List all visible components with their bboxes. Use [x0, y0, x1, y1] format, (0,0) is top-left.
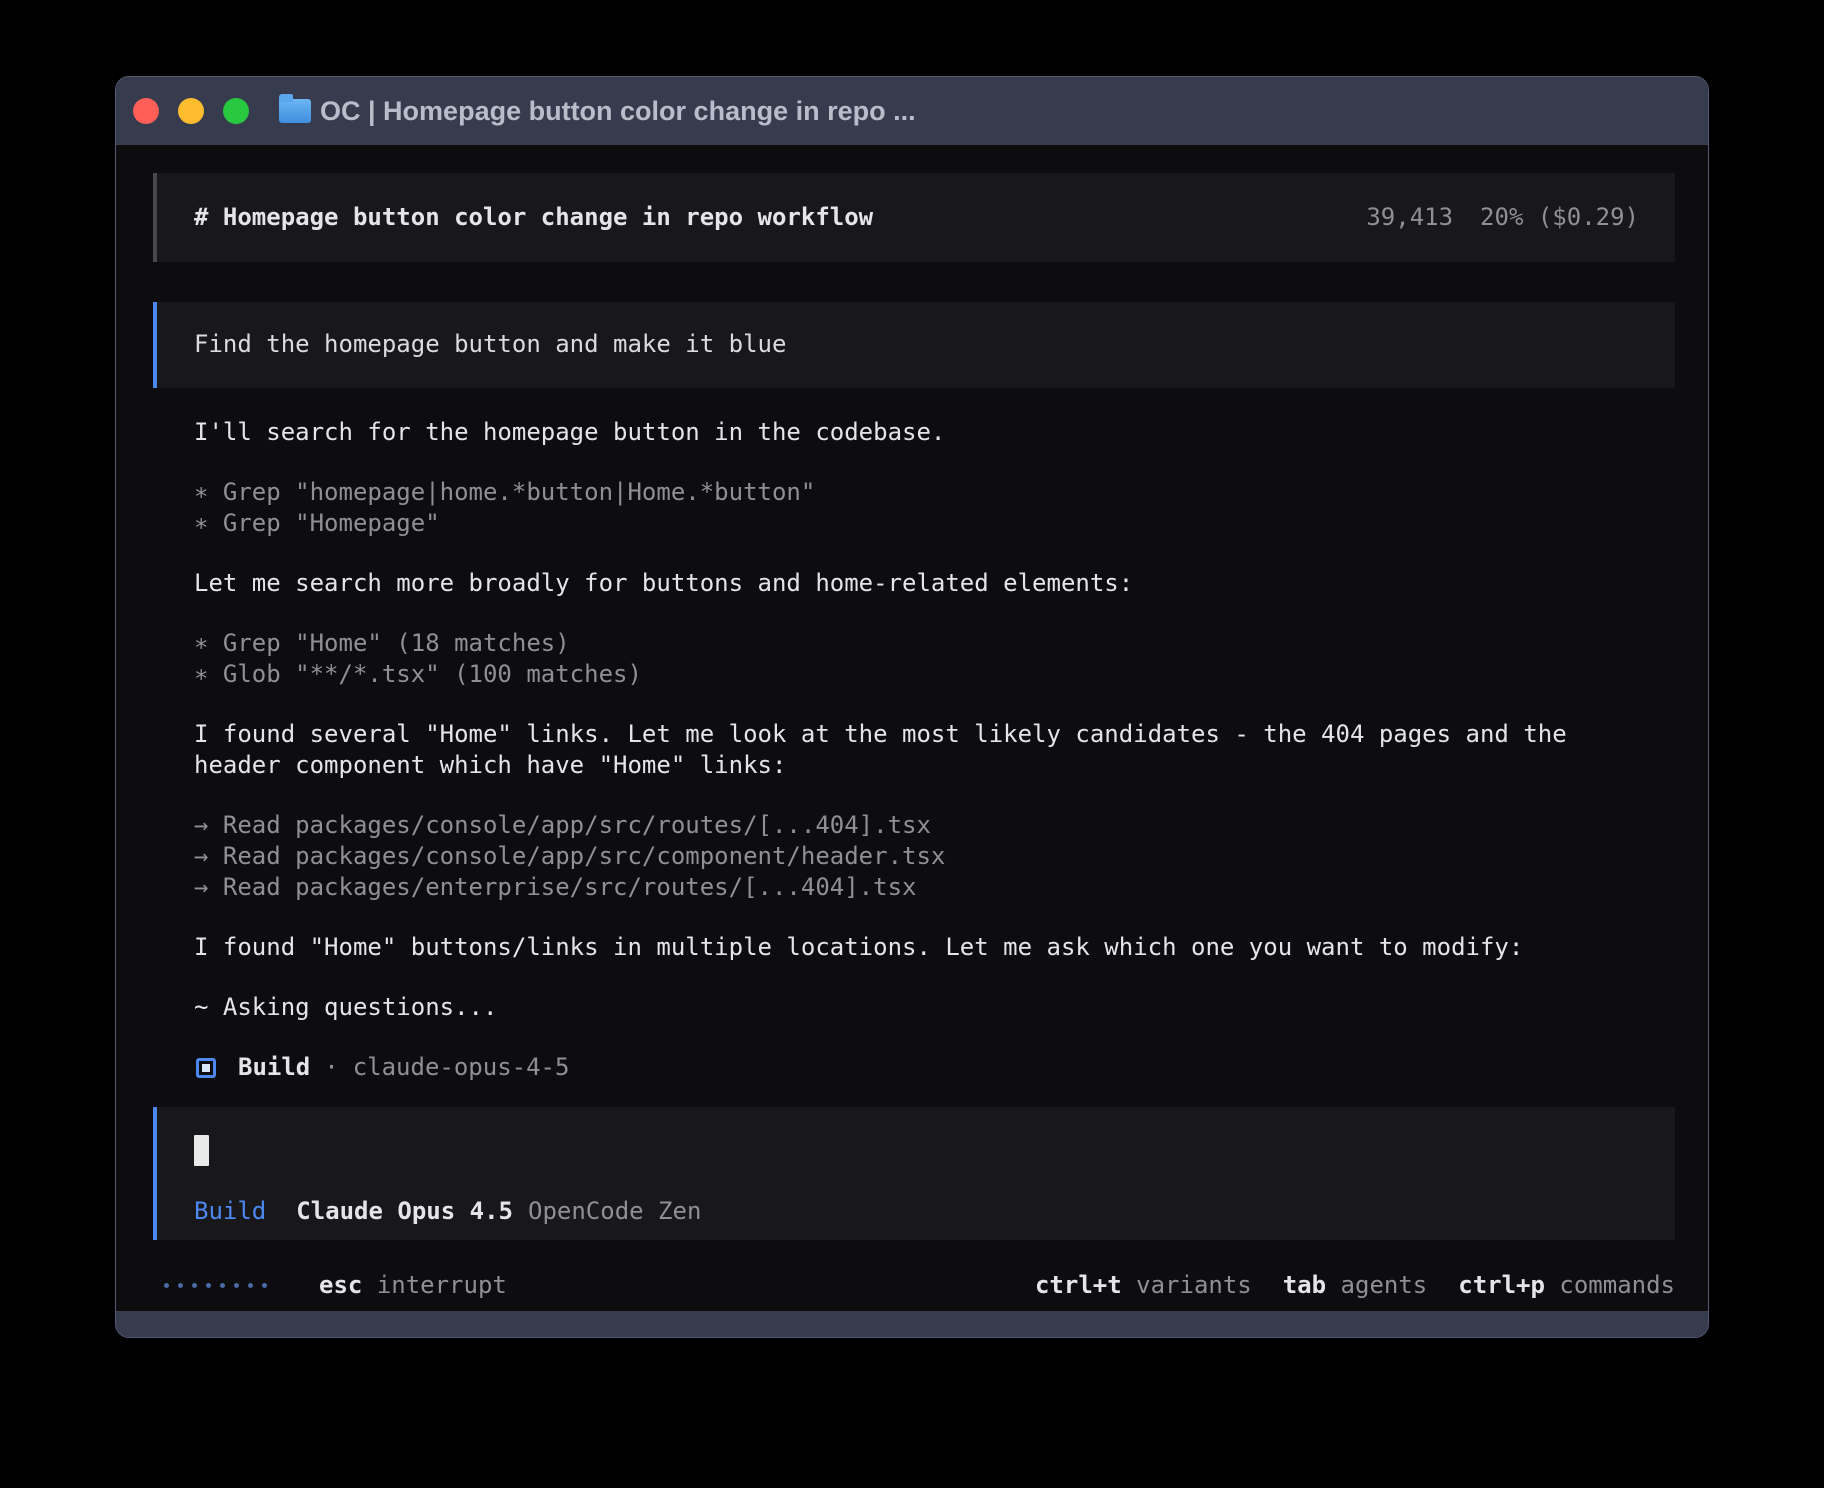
assistant-text: Let me search more broadly for buttons a…: [194, 568, 1675, 599]
tool-call-line: ∗ Grep "Homepage": [194, 508, 1675, 539]
minimize-button[interactable]: [178, 98, 204, 124]
hint-variants: ctrl+t variants: [1035, 1270, 1252, 1301]
progress-dots: [164, 1283, 267, 1288]
input-line[interactable]: [194, 1135, 1639, 1166]
user-message: Find the homepage button and make it blu…: [153, 302, 1675, 388]
context-cost: 20% ($0.29): [1480, 202, 1639, 233]
terminal-window: OC | Homepage button color change in rep…: [115, 76, 1709, 1338]
tool-call-line: ∗ Glob "**/*.tsx" (100 matches): [194, 659, 1675, 690]
text-cursor: [194, 1135, 209, 1166]
status-bar: esc interrupt ctrl+t variants tab agents…: [153, 1270, 1675, 1301]
assistant-line: I found "Home" buttons/links in multiple…: [194, 932, 1675, 963]
agent-name: Build: [238, 1052, 310, 1083]
desktop-background: OC | Homepage button color change in rep…: [0, 0, 1824, 1488]
hint-label: agents: [1341, 1271, 1428, 1299]
input-status-line: Build Claude Opus 4.5 OpenCode Zen: [194, 1196, 1639, 1227]
tool-calls: → Read packages/console/app/src/routes/[…: [194, 810, 1675, 903]
terminal-content: # Homepage button color change in repo w…: [116, 145, 1708, 1311]
input-agent-label[interactable]: Build: [194, 1196, 266, 1227]
hint-commands: ctrl+p commands: [1458, 1270, 1675, 1301]
hint-label: commands: [1559, 1271, 1675, 1299]
separator-dot: ·: [324, 1052, 338, 1083]
user-message-text: Find the homepage button and make it blu…: [194, 329, 1639, 360]
input-model-label[interactable]: Claude Opus 4.5: [296, 1196, 513, 1227]
assistant-line: ~ Asking questions...: [194, 992, 1675, 1023]
tool-call-line: → Read packages/console/app/src/componen…: [194, 841, 1675, 872]
tool-call-line: → Read packages/enterprise/src/routes/[.…: [194, 872, 1675, 903]
assistant-text: I found several "Home" links. Let me loo…: [194, 719, 1675, 781]
assistant-line: I found several "Home" links. Let me loo…: [194, 719, 1675, 750]
hints-right: ctrl+t variants tab agents ctrl+p comman…: [1035, 1270, 1675, 1301]
tool-call-line: → Read packages/console/app/src/routes/[…: [194, 810, 1675, 841]
hint-label: interrupt: [377, 1271, 507, 1299]
session-stats: 39,413 20% ($0.29): [1366, 202, 1639, 233]
hint-agents: tab agents: [1283, 1270, 1428, 1301]
agent-status-row: Build · claude-opus-4-5: [194, 1052, 1675, 1083]
window-titlebar[interactable]: OC | Homepage button color change in rep…: [116, 77, 1708, 145]
assistant-line: Let me search more broadly for buttons a…: [194, 568, 1675, 599]
close-button[interactable]: [133, 98, 159, 124]
input-provider-label: OpenCode Zen: [528, 1196, 701, 1227]
assistant-status-text: ~ Asking questions...: [194, 992, 1675, 1023]
window-title: OC | Homepage button color change in rep…: [320, 96, 916, 127]
window-bottom-frame: [116, 1311, 1708, 1337]
conversation: I'll search for the homepage button in t…: [153, 417, 1675, 1083]
hint-key: ctrl+t: [1035, 1271, 1122, 1299]
window-controls: [133, 98, 249, 124]
tool-calls: ∗ Grep "Home" (18 matches) ∗ Glob "**/*.…: [194, 628, 1675, 690]
hint-key: tab: [1283, 1271, 1326, 1299]
hint-key: ctrl+p: [1458, 1271, 1545, 1299]
tool-call-line: ∗ Grep "homepage|home.*button|Home.*butt…: [194, 477, 1675, 508]
agent-model: claude-opus-4-5: [353, 1052, 570, 1083]
assistant-text: I found "Home" buttons/links in multiple…: [194, 932, 1675, 963]
hint-interrupt: esc interrupt: [319, 1270, 507, 1301]
prompt-input[interactable]: Build Claude Opus 4.5 OpenCode Zen: [153, 1107, 1675, 1240]
session-header: # Homepage button color change in repo w…: [153, 173, 1675, 262]
tool-call-line: ∗ Grep "Home" (18 matches): [194, 628, 1675, 659]
assistant-line: header component which have "Home" links…: [194, 750, 1675, 781]
hint-key: esc: [319, 1271, 362, 1299]
folder-icon: [279, 99, 311, 123]
zoom-button[interactable]: [223, 98, 249, 124]
assistant-text: I'll search for the homepage button in t…: [194, 417, 1675, 448]
assistant-line: I'll search for the homepage button in t…: [194, 417, 1675, 448]
token-count: 39,413: [1366, 202, 1453, 233]
build-square-icon: [196, 1058, 216, 1078]
hint-label: variants: [1136, 1271, 1252, 1299]
session-title: # Homepage button color change in repo w…: [194, 202, 873, 233]
tool-calls: ∗ Grep "homepage|home.*button|Home.*butt…: [194, 477, 1675, 539]
